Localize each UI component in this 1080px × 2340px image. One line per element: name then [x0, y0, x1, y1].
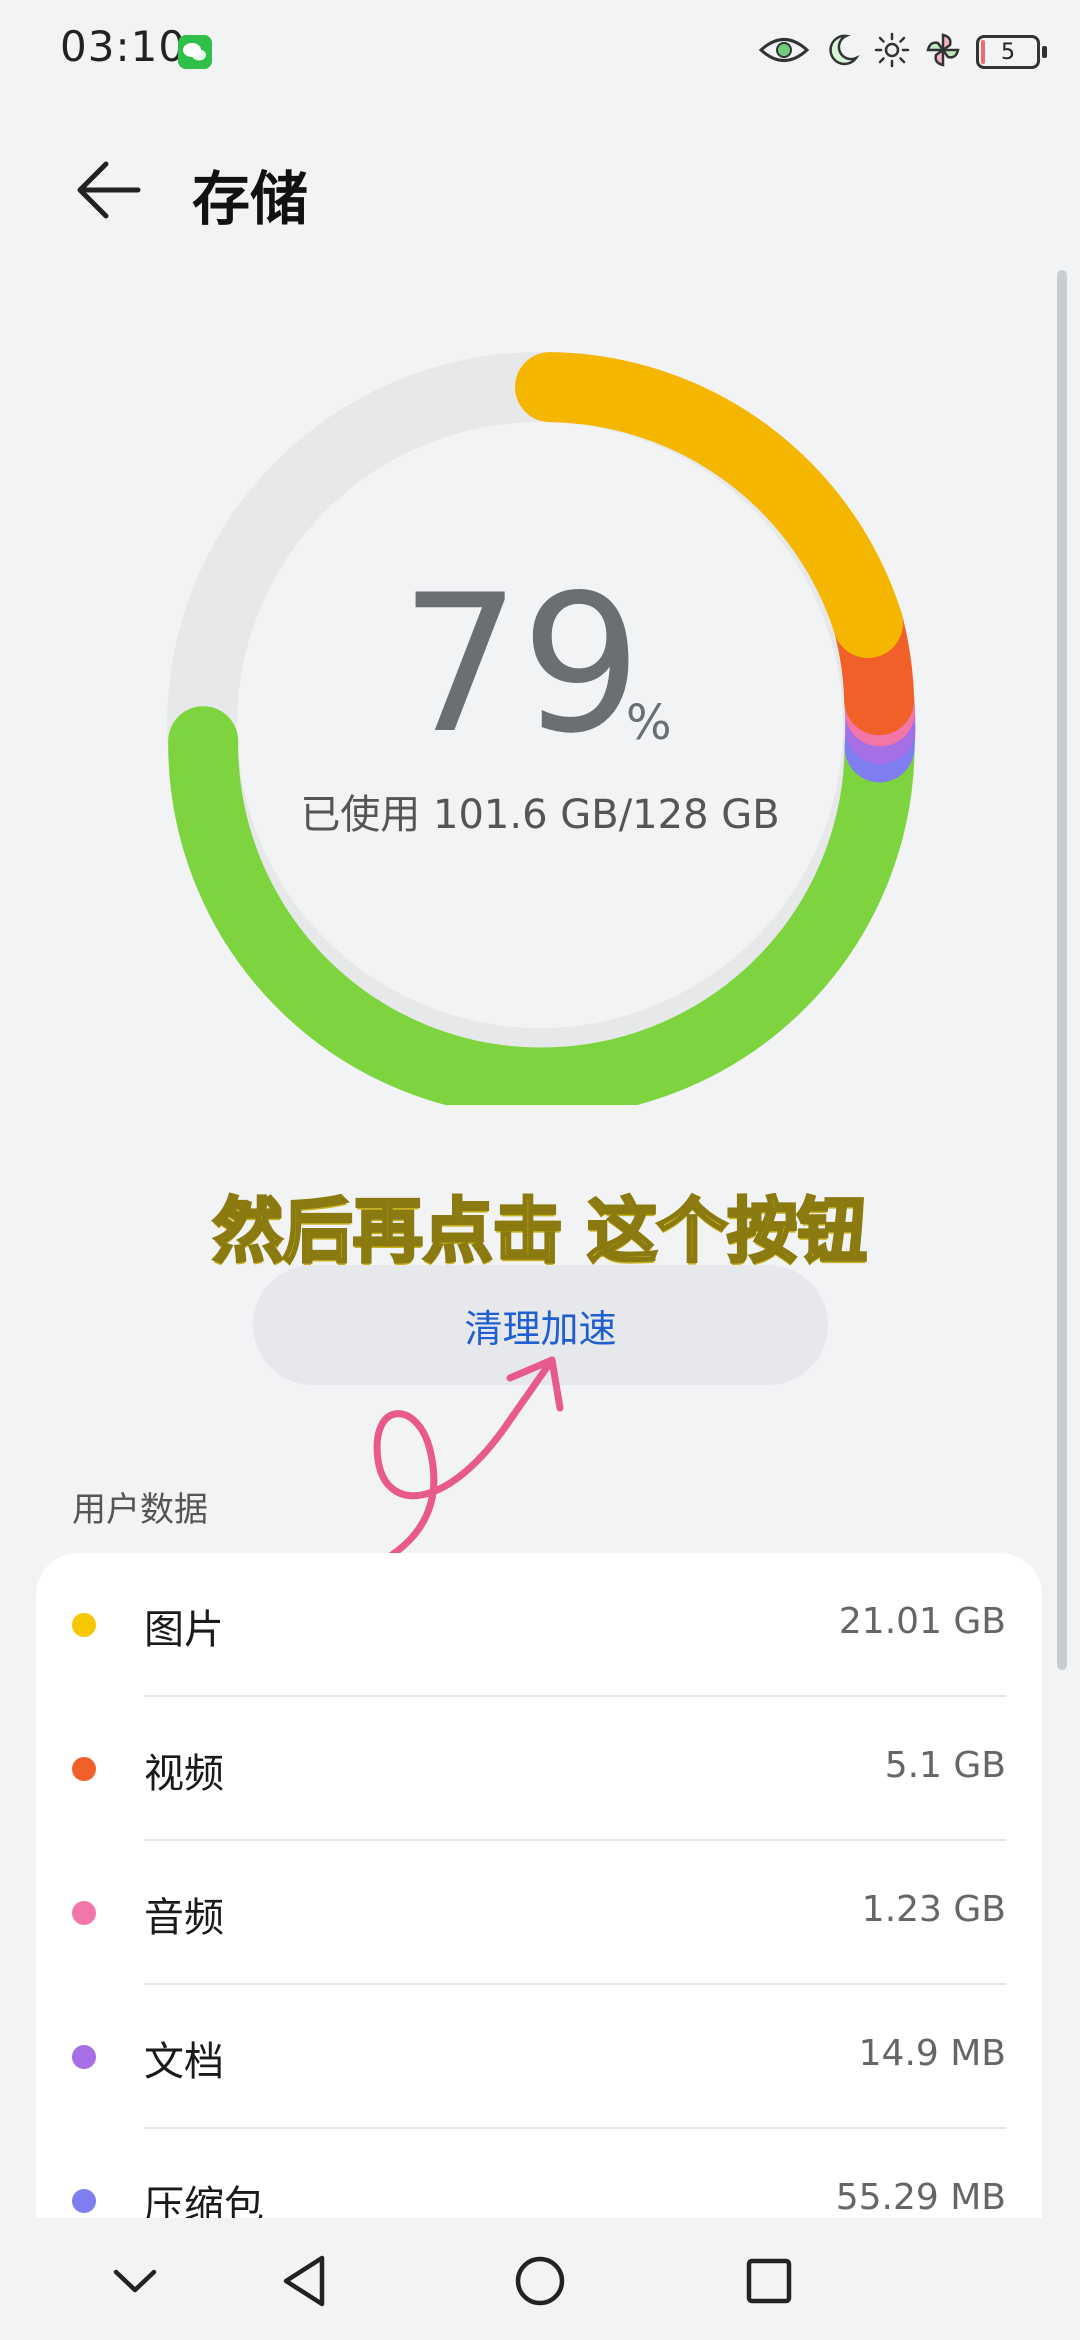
list-item-image[interactable]: 图片 21.01 GB: [36, 1553, 1042, 1697]
scrollbar[interactable]: [1057, 270, 1067, 1670]
percent-sign: %: [626, 695, 672, 751]
item-label: 图片: [144, 1607, 224, 1653]
item-size: 55.29 MB: [835, 2177, 1006, 2218]
audio-color-dot: [72, 1901, 96, 1925]
battery-icon: 5: [976, 35, 1047, 69]
back-arrow-icon: [77, 161, 141, 219]
item-size: 5.1 GB: [884, 1745, 1006, 1786]
brightness-icon: [874, 32, 910, 72]
video-color-dot: [72, 1757, 96, 1781]
usage-text: 已使用 101.6 GB/128 GB: [300, 792, 780, 838]
image-color-dot: [72, 1613, 96, 1637]
status-bar: 03:10 5: [0, 0, 1080, 100]
header: 存储: [0, 130, 1080, 250]
item-label: 视频: [144, 1751, 224, 1797]
usage-percent: 79: [400, 554, 642, 775]
nav-home-button[interactable]: [505, 2246, 575, 2316]
home-circle-icon: [515, 2256, 565, 2306]
moon-icon: [824, 32, 860, 72]
eye-icon: [758, 33, 810, 71]
chevron-down-icon: [113, 2269, 157, 2293]
back-triangle-icon: [283, 2255, 325, 2307]
annotation-text: 然后再点击 这个按钮: [211, 1189, 868, 1274]
status-icons: 5: [758, 28, 1047, 76]
pinwheel-icon: [924, 31, 962, 73]
back-button[interactable]: [68, 150, 148, 230]
status-time: 03:10: [60, 22, 187, 71]
item-size: 21.01 GB: [838, 1601, 1006, 1642]
navigation-bar: [0, 2218, 1080, 2340]
item-label: 音频: [144, 1895, 224, 1941]
nav-collapse-button[interactable]: [100, 2246, 170, 2316]
nav-recents-button[interactable]: [734, 2246, 804, 2316]
list-item-document[interactable]: 文档 14.9 MB: [36, 1985, 1042, 2129]
list-item-audio[interactable]: 音频 1.23 GB: [36, 1841, 1042, 1985]
document-color-dot: [72, 2045, 96, 2069]
archive-color-dot: [72, 2189, 96, 2213]
user-data-list: 图片 21.01 GB 视频 5.1 GB 音频 1.23 GB 文档 14.9…: [36, 1553, 1042, 2253]
wechat-icon: [178, 35, 212, 69]
item-size: 14.9 MB: [858, 2033, 1006, 2074]
list-item-video[interactable]: 视频 5.1 GB: [36, 1697, 1042, 1841]
section-label-user-data: 用户数据: [72, 1490, 208, 1530]
nav-back-button[interactable]: [272, 2246, 342, 2316]
item-size: 1.23 GB: [861, 1889, 1006, 1930]
battery-level: 5: [1001, 39, 1015, 65]
recents-square-icon: [746, 2258, 792, 2304]
page-title: 存储: [192, 165, 309, 233]
item-label: 文档: [144, 2039, 224, 2085]
